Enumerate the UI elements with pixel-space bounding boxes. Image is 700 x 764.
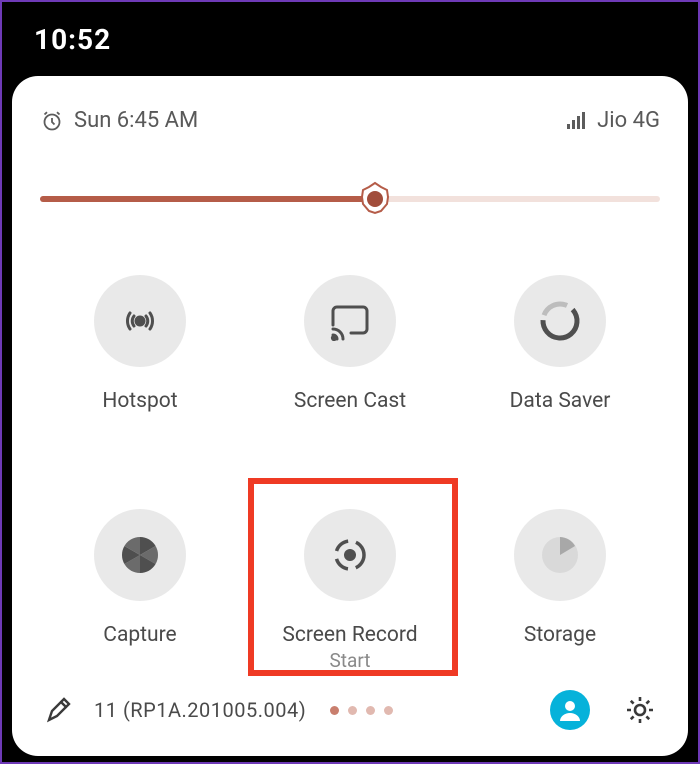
tile-label: Capture	[103, 623, 176, 647]
qs-tiles-grid: Hotspot Screen Cast Data Saver	[40, 267, 660, 684]
tile-sublabel: Start	[330, 649, 371, 672]
tile-storage[interactable]: Storage	[460, 501, 660, 684]
qs-header: Sun 6:45 AM Jio 4G	[40, 108, 660, 133]
tile-label: Data Saver	[510, 389, 611, 413]
storage-pie-icon	[514, 509, 606, 601]
page-dot	[348, 706, 357, 715]
alarm-icon	[40, 109, 64, 133]
device-statusbar: 10:52	[2, 2, 698, 76]
quick-settings-panel: Sun 6:45 AM Jio 4G	[12, 76, 688, 756]
user-avatar[interactable]	[550, 690, 590, 730]
qs-footer: 11 (RP1A.201005.004)	[40, 684, 660, 738]
page-dot	[384, 706, 393, 715]
tile-hotspot[interactable]: Hotspot	[40, 267, 240, 425]
tile-screen-record[interactable]: Screen Record Start	[250, 501, 450, 684]
tile-label: Screen Cast	[294, 389, 406, 413]
data-saver-icon	[514, 275, 606, 367]
tile-screen-cast[interactable]: Screen Cast	[250, 267, 450, 425]
tile-label: Hotspot	[102, 389, 177, 413]
hotspot-icon	[94, 275, 186, 367]
page-dots[interactable]	[330, 706, 393, 715]
record-icon	[304, 509, 396, 601]
alarm-time: Sun 6:45 AM	[74, 108, 198, 133]
gear-icon[interactable]	[624, 694, 656, 726]
carrier-label: Jio 4G	[597, 108, 660, 133]
tile-label: Storage	[524, 623, 596, 647]
clock-time: 10:52	[34, 23, 111, 56]
tile-capture[interactable]: Capture	[40, 501, 240, 684]
edit-icon[interactable]	[44, 695, 74, 725]
cast-icon	[304, 275, 396, 367]
build-text: 11 (RP1A.201005.004)	[94, 698, 306, 722]
tile-data-saver[interactable]: Data Saver	[460, 267, 660, 425]
signal-icon	[565, 110, 587, 132]
tile-label: Screen Record	[282, 623, 417, 647]
page-dot	[366, 706, 375, 715]
page-dot	[330, 706, 339, 715]
slider-thumb[interactable]	[357, 181, 393, 217]
brightness-slider[interactable]	[40, 185, 660, 213]
slider-fill	[40, 196, 375, 202]
aperture-icon	[94, 509, 186, 601]
